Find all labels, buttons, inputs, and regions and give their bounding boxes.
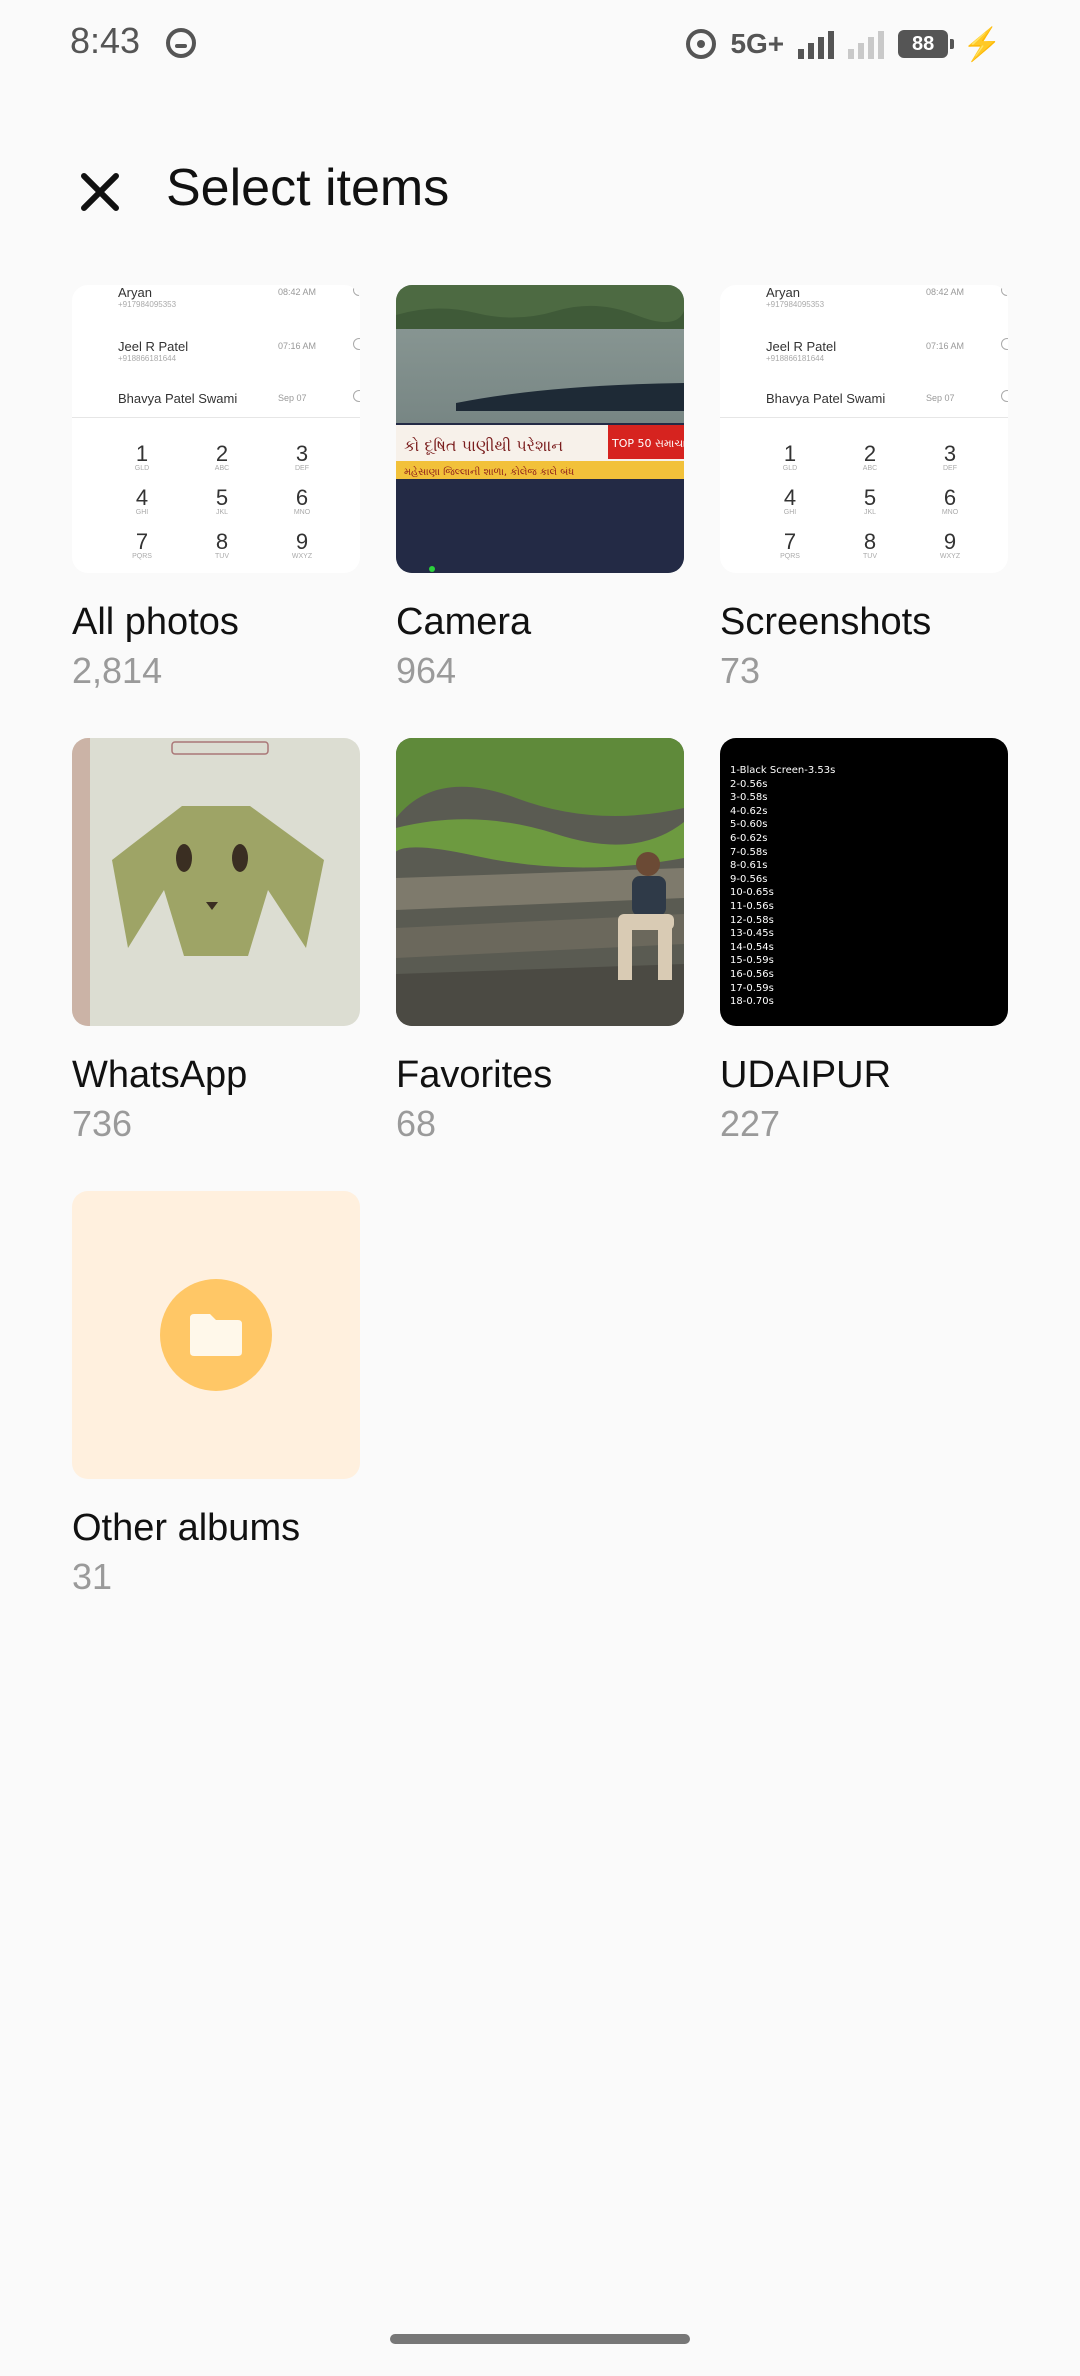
album-name: Camera bbox=[396, 601, 532, 643]
thumb-text-line: 3-0.58s bbox=[730, 792, 768, 804]
page-title: Select items bbox=[166, 159, 450, 217]
thumb-contact: Jeel R Patel +918866181644 07:16 AM bbox=[118, 338, 360, 363]
thumb-text-line: 13-0.45s bbox=[730, 928, 774, 940]
status-icons: 5G+ 88 ⚡ bbox=[686, 22, 1002, 66]
album-name: All photos bbox=[72, 601, 239, 643]
svg-text:કો દૂષિત પાણીથી પરેશાન: કો દૂષિત પાણીથી પરેશાન bbox=[404, 436, 563, 455]
hotspot-icon bbox=[686, 29, 717, 59]
album-count: 31 bbox=[72, 1556, 113, 1597]
album-name: UDAIPUR bbox=[720, 1054, 892, 1096]
thumb-text-line: 10-0.65s bbox=[730, 887, 774, 899]
network-type: 5G+ bbox=[730, 28, 785, 59]
album-thumbnail: Aryan +917984095353 08:42 AM Jeel R Pate… bbox=[720, 285, 1008, 573]
album-thumbnail bbox=[396, 738, 684, 1026]
thumb-text-line: 5-0.60s bbox=[730, 819, 768, 831]
album-thumbnail: કો દૂષિત પાણીથી પરેશાન મહેસાણા જિલ્લાની … bbox=[396, 285, 684, 573]
thumb-text-line: 16-0.56s bbox=[730, 968, 774, 980]
svg-text:મહેસાણા જિલ્લાની શાળા, કોલેજ ક: મહેસાણા જિલ્લાની શાળા, કોલેજ કાલે બંધ bbox=[404, 465, 574, 478]
album-tile-other-albums[interactable]: Other albums 31 bbox=[72, 1191, 360, 1598]
thumb-text-line: 2-0.56s bbox=[730, 778, 768, 790]
album-count: 2,814 bbox=[72, 650, 163, 691]
thumb-text-line: 9-0.56s bbox=[730, 873, 768, 885]
thumb-text-line: 1-Black Screen-3.53s bbox=[730, 765, 836, 776]
close-icon bbox=[81, 173, 119, 211]
thumb-text-line: 8-0.61s bbox=[730, 860, 768, 872]
album-thumbnail bbox=[72, 738, 360, 1026]
thumb-text-line: 4-0.62s bbox=[730, 805, 768, 817]
folder-icon bbox=[160, 1279, 272, 1391]
notification-face-icon bbox=[166, 28, 196, 58]
album-tile-camera[interactable]: કો દૂષિત પાણીથી પરેશાન મહેસાણા જિલ્લાની … bbox=[396, 285, 684, 692]
close-button[interactable] bbox=[62, 154, 138, 230]
album-thumbnail: 1-Black Screen-3.53s 2-0.56s 3-0.58s 4-0.62… bbox=[720, 738, 1008, 1026]
thumb-contact: Aryan +917984095353 08:42 AM bbox=[118, 285, 360, 309]
status-time: 8:43 bbox=[70, 20, 141, 61]
album-tile-favorites[interactable]: Favorites 68 bbox=[396, 738, 684, 1145]
album-tile-all-photos[interactable]: Aryan +917984095353 08:42 AM Jeel R Pate… bbox=[72, 285, 360, 692]
thumb-text-line: 12-0.58s bbox=[730, 914, 774, 926]
album-name: Other albums bbox=[72, 1507, 301, 1549]
thumb-text-line: 7-0.58s bbox=[730, 846, 768, 858]
charging-icon: ⚡ bbox=[962, 26, 1002, 62]
album-thumbnail: Aryan +917984095353 08:42 AM Jeel R Pate… bbox=[72, 285, 360, 573]
battery-icon: 88 bbox=[898, 30, 955, 58]
album-count: 227 bbox=[720, 1103, 781, 1144]
thumb-contact: Bhavya Patel Swami Sep 07 bbox=[118, 390, 360, 406]
thumb-keypad: 1 GLD 2 ABC 3 DEF 4 GHI 5 JKL 6 MNO 7 PQRS 8 TUV… bbox=[780, 441, 961, 561]
thumb-keypad: 1 GLD 2 ABC 3 DEF 4 GHI 5 JKL 6 MNO 7 PQRS 8 TUV… bbox=[132, 441, 313, 561]
album-thumbnail bbox=[72, 1191, 360, 1479]
album-tile-screenshots[interactable]: Aryan +917984095353 08:42 AM Jeel R Pate… bbox=[720, 285, 1008, 692]
thumb-text-line: 11-0.56s bbox=[730, 900, 774, 912]
thumb-text-line: 17-0.59s bbox=[730, 982, 774, 994]
album-name: Favorites bbox=[396, 1054, 553, 1096]
album-count: 73 bbox=[720, 650, 761, 691]
album-count: 68 bbox=[396, 1103, 437, 1144]
thumb-text-line: 15-0.59s bbox=[730, 955, 774, 967]
status-bar: 8:43 5G+ 88 ⚡ bbox=[0, 0, 1080, 90]
signal-icon bbox=[798, 29, 835, 59]
album-name: WhatsApp bbox=[72, 1054, 248, 1096]
thumb-contact: Aryan +917984095353 08:42 AM bbox=[766, 285, 1008, 309]
thumb-text-line: 18-0.70s bbox=[730, 996, 774, 1008]
thumb-contact: Bhavya Patel Swami Sep 07 bbox=[766, 390, 1008, 406]
album-name: Screenshots bbox=[720, 601, 932, 643]
album-tile-udaipur[interactable]: 1-Black Screen-3.53s 2-0.56s 3-0.58s 4-0.62… bbox=[720, 738, 1008, 1145]
album-count: 964 bbox=[396, 650, 457, 691]
signal-2-icon bbox=[848, 29, 885, 59]
svg-text:TOP 50 સમાચાર: TOP 50 સમાચાર bbox=[611, 437, 684, 450]
album-count: 736 bbox=[72, 1103, 133, 1144]
home-indicator[interactable] bbox=[390, 2334, 690, 2344]
thumb-text-line: 14-0.54s bbox=[730, 941, 774, 953]
header: Select items bbox=[0, 140, 1080, 250]
thumb-contact: Jeel R Patel +918866181644 07:16 AM bbox=[766, 338, 1008, 363]
album-tile-whatsapp[interactable]: WhatsApp 736 bbox=[72, 738, 360, 1145]
thumb-text-line: 6-0.62s bbox=[730, 832, 768, 844]
